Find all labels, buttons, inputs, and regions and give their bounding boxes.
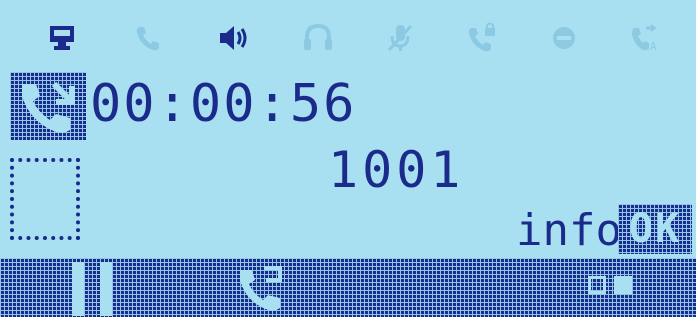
page-dot-active [614,276,632,294]
line-indicator-box [10,158,80,240]
speaker-icon [214,18,254,58]
info-softkey[interactable]: info [516,206,622,256]
phone-lock-icon [462,18,502,58]
page-indicator [588,276,638,296]
hold-icon[interactable] [72,262,116,316]
phone-handset-icon [128,18,168,58]
lcd-screen: A 00:00:56 1001 info OK [0,0,696,317]
active-call-icon [22,81,75,133]
active-call-icon-box [10,72,86,140]
page-dot-inactive [588,276,606,294]
call-forward-icon: A [626,18,666,58]
microphone-mute-icon [380,18,420,58]
called-number: 1001 [328,141,465,199]
network-icon [42,18,82,58]
ok-label: OK [628,206,682,252]
transfer-call-icon[interactable] [236,262,290,314]
call-timer: 00:00:56 [90,74,357,134]
do-not-disturb-icon [544,18,584,58]
svg-text:A: A [650,40,657,53]
headset-icon [298,18,338,58]
status-bar: A [0,18,696,62]
ok-softkey[interactable]: OK [618,204,692,254]
